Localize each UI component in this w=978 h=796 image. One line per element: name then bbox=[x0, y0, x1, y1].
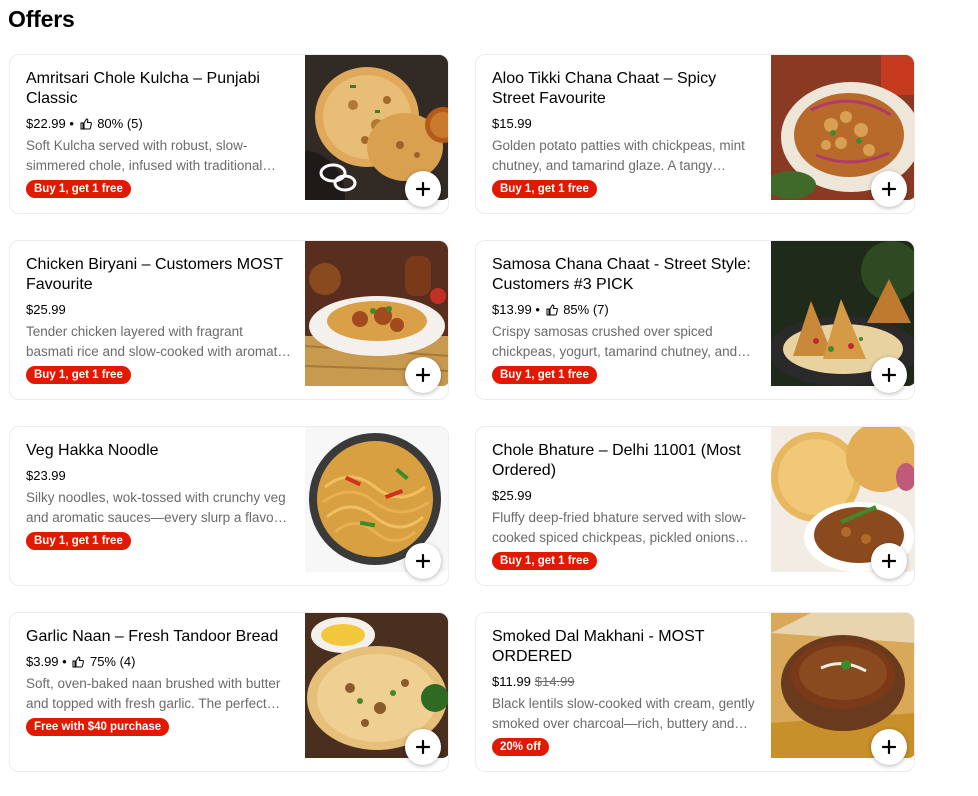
item-description: Crispy samosas crushed over spiced chick… bbox=[492, 324, 738, 359]
promo-badge: Buy 1, get 1 free bbox=[492, 180, 597, 198]
menu-item-card[interactable]: Chole Bhature – Delhi 11001 (Most Ordere… bbox=[475, 426, 915, 586]
section-title: Offers bbox=[8, 6, 75, 32]
thumbs-up-icon bbox=[72, 656, 85, 668]
item-description: Soft Kulcha served with robust, slow-sim… bbox=[26, 138, 263, 173]
plus-icon bbox=[416, 368, 430, 382]
item-price: $15.99 bbox=[492, 116, 532, 131]
promo-badge: Free with $40 purchase bbox=[26, 718, 170, 736]
plus-icon bbox=[882, 368, 896, 382]
item-rating: 85% (7) bbox=[563, 302, 609, 317]
menu-item-card[interactable]: Aloo Tikki Chana Chaat – Spicy Street Fa… bbox=[475, 54, 915, 214]
add-item-button[interactable] bbox=[405, 357, 441, 393]
add-item-button[interactable] bbox=[405, 543, 441, 579]
add-item-button[interactable] bbox=[871, 171, 907, 207]
plus-icon bbox=[416, 182, 430, 196]
item-price: $22.99 bbox=[26, 116, 66, 131]
item-name: Smoked Dal Makhani - MOST ORDERED bbox=[492, 628, 705, 665]
menu-item-card[interactable]: Amritsari Chole Kulcha – Punjabi Classic… bbox=[9, 54, 449, 214]
item-rating: 80% (5) bbox=[97, 116, 143, 131]
item-original-price: $14.99 bbox=[534, 674, 575, 689]
add-item-button[interactable] bbox=[871, 357, 907, 393]
promo-badge: Buy 1, get 1 free bbox=[26, 366, 131, 384]
item-price: $11.99 bbox=[492, 674, 531, 689]
plus-icon bbox=[416, 554, 430, 568]
item-name: Veg Hakka Noodle bbox=[26, 442, 159, 459]
menu-item-card[interactable]: Veg Hakka Noodle $23.99 Silky noodles, w… bbox=[9, 426, 449, 586]
plus-icon bbox=[416, 740, 430, 754]
menu-item-card[interactable]: Smoked Dal Makhani - MOST ORDERED $11.99… bbox=[475, 612, 915, 772]
add-item-button[interactable] bbox=[405, 171, 441, 207]
item-price: $13.99 bbox=[492, 302, 532, 317]
item-name: Samosa Chana Chaat - Street Style: Custo… bbox=[492, 256, 751, 293]
item-rating: 75% (4) bbox=[89, 654, 136, 669]
item-name: Aloo Tikki Chana Chaat – Spicy Street Fa… bbox=[492, 70, 717, 107]
menu-item-card[interactable]: Chicken Biryani – Customers MOST Favouri… bbox=[9, 240, 449, 400]
item-description: Black lentils slow-cooked with cream, ge… bbox=[492, 696, 755, 731]
item-name: Chicken Biryani – Customers MOST Favouri… bbox=[26, 256, 283, 293]
item-meta: $3.99 • 75% (4) bbox=[26, 654, 136, 669]
item-name: Garlic Naan – Fresh Tandoor Bread bbox=[26, 628, 279, 645]
item-description: Golden potato patties with chickpeas, mi… bbox=[492, 138, 745, 173]
item-description: Soft, oven-baked naan brushed with butte… bbox=[26, 676, 281, 711]
promo-badge: Buy 1, get 1 free bbox=[492, 552, 597, 570]
item-description: Fluffy deep-fried bhature served with sl… bbox=[492, 510, 747, 545]
promo-badge: Buy 1, get 1 free bbox=[492, 366, 597, 384]
item-meta: $15.99 bbox=[492, 115, 757, 133]
item-price: $25.99 bbox=[492, 488, 532, 503]
item-meta: $23.99 bbox=[26, 467, 291, 485]
item-price: $25.99 bbox=[26, 302, 66, 317]
plus-icon bbox=[882, 182, 896, 196]
item-meta: $25.99 bbox=[492, 487, 757, 505]
item-meta: $25.99 bbox=[26, 301, 291, 319]
plus-icon bbox=[882, 554, 896, 568]
promo-badge: 20% off bbox=[492, 738, 549, 756]
add-item-button[interactable] bbox=[871, 729, 907, 765]
plus-icon bbox=[882, 740, 896, 754]
thumbs-up-icon bbox=[80, 118, 92, 130]
thumbs-up-icon bbox=[546, 304, 558, 316]
item-price: $3.99 bbox=[26, 654, 59, 669]
promo-badge: Buy 1, get 1 free bbox=[26, 180, 131, 198]
item-description: Tender chicken layered with fragrant bas… bbox=[26, 324, 288, 359]
item-meta: $22.99 • 80% (5) bbox=[26, 116, 143, 131]
item-meta: $11.99 $14.99 bbox=[492, 673, 757, 691]
item-description: Silky noodles, wok-tossed with crunchy v… bbox=[26, 490, 286, 525]
promo-badge: Buy 1, get 1 free bbox=[26, 532, 131, 550]
add-item-button[interactable] bbox=[871, 543, 907, 579]
item-name: Amritsari Chole Kulcha – Punjabi Classic bbox=[26, 70, 260, 107]
menu-item-card[interactable]: Garlic Naan – Fresh Tandoor Bread $3.99 … bbox=[9, 612, 449, 772]
item-meta: $13.99 • 85% (7) bbox=[492, 302, 609, 317]
item-price: $23.99 bbox=[26, 468, 66, 483]
item-name: Chole Bhature – Delhi 11001 (Most Ordere… bbox=[492, 442, 741, 479]
add-item-button[interactable] bbox=[405, 729, 441, 765]
menu-item-card[interactable]: Samosa Chana Chaat - Street Style: Custo… bbox=[475, 240, 915, 400]
